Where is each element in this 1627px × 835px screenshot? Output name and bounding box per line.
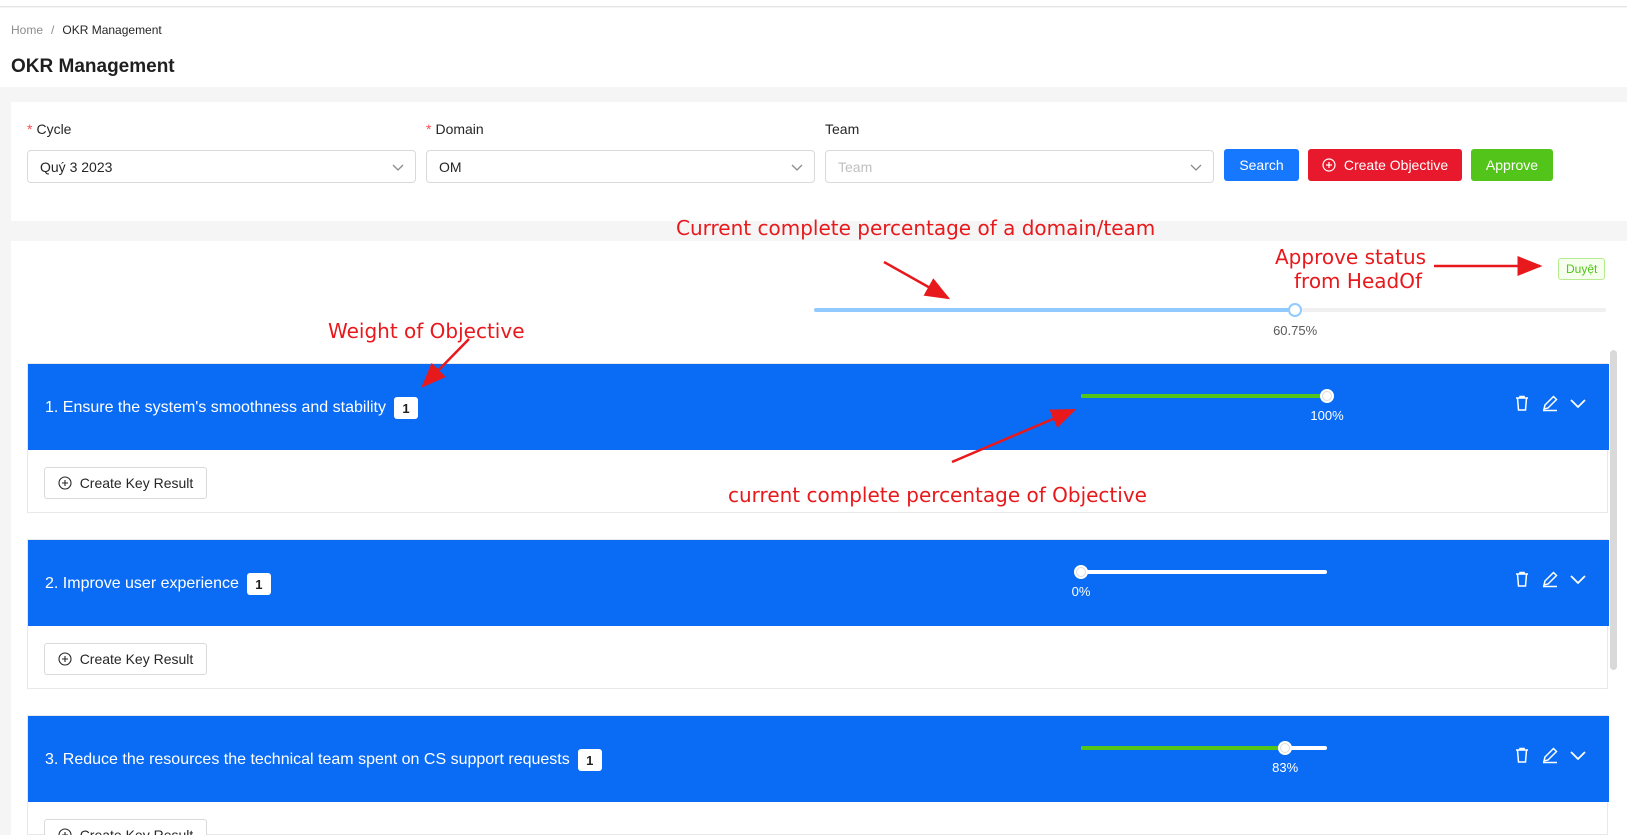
objective-progress-handle[interactable] — [1074, 565, 1088, 579]
breadcrumb-home[interactable]: Home — [11, 23, 43, 37]
create-key-result-label: Create Key Result — [79, 475, 194, 491]
annotation-objective-progress: current complete percentage of Objective — [728, 483, 1147, 507]
objective-title: 2. Improve user experience 1 — [45, 573, 271, 595]
page-title: OKR Management — [11, 56, 175, 77]
cycle-label: * Cycle — [27, 121, 72, 137]
objective-actions — [1513, 746, 1587, 764]
chevron-down-icon — [1190, 164, 1202, 171]
objective-progress-fill — [1081, 746, 1286, 750]
objective-title: 3. Reduce the resources the technical te… — [45, 749, 602, 771]
trash-icon[interactable] — [1513, 570, 1531, 588]
trash-icon[interactable] — [1513, 746, 1531, 764]
chevron-down-icon — [791, 164, 803, 171]
chevron-down-icon[interactable] — [1569, 394, 1587, 412]
pencil-icon[interactable] — [1541, 570, 1559, 588]
page-header: Home / OKR Management OKR Management — [0, 8, 1627, 87]
plus-circle-icon — [58, 476, 72, 490]
trash-icon[interactable] — [1513, 394, 1531, 412]
pencil-icon[interactable] — [1541, 394, 1559, 412]
create-key-result-label: Create Key Result — [79, 651, 194, 667]
breadcrumb: Home / OKR Management — [11, 23, 162, 37]
objective-header[interactable]: 1. Ensure the system's smoothness and st… — [28, 364, 1609, 450]
objective-weight-badge: 1 — [394, 397, 418, 419]
objective-progress-rail — [1081, 570, 1327, 574]
plus-circle-icon — [58, 828, 72, 835]
domain-progress-label: 60.75% — [1273, 323, 1318, 338]
breadcrumb-separator: / — [51, 23, 55, 37]
create-objective-label: Create Objective — [1343, 157, 1449, 173]
objective-block: 2. Improve user experience 1 0% Create K… — [27, 539, 1609, 689]
create-key-result-button[interactable]: Create Key Result — [44, 643, 207, 675]
objective-header[interactable]: 2. Improve user experience 1 0% — [28, 540, 1609, 626]
objective-progress-label: 0% — [1071, 584, 1091, 599]
pencil-icon[interactable] — [1541, 746, 1559, 764]
objective-weight-badge: 1 — [246, 573, 271, 595]
domain-progress-fill — [814, 308, 1296, 312]
cycle-select-value: Quý 3 2023 — [40, 158, 113, 175]
search-button[interactable]: Search — [1224, 149, 1299, 181]
team-select[interactable]: Team — [825, 150, 1214, 183]
objective-weight-badge: 1 — [577, 749, 602, 771]
objective-title: 1. Ensure the system's smoothness and st… — [45, 397, 418, 419]
objective-title-text: 2. Improve user experience — [45, 575, 239, 592]
domain-label: * Domain — [426, 121, 484, 137]
approve-button[interactable]: Approve — [1471, 149, 1553, 181]
objective-actions — [1513, 394, 1587, 412]
top-bar — [0, 0, 1627, 7]
approve-status-badge: Duyệt — [1558, 258, 1606, 280]
annotation-approve-status-1: Approve status — [1275, 245, 1427, 269]
objective-progress-label: 100% — [1310, 408, 1344, 423]
cycle-select[interactable]: Quý 3 2023 — [27, 150, 416, 183]
objective-actions — [1513, 570, 1587, 588]
objective-block: 3. Reduce the resources the technical te… — [27, 715, 1609, 835]
chevron-down-icon[interactable] — [1569, 746, 1587, 764]
objective-progress-handle[interactable] — [1320, 389, 1334, 403]
create-key-result-label: Create Key Result — [79, 827, 194, 835]
objective-progress-label: 83% — [1272, 760, 1299, 775]
create-key-result-button[interactable]: Create Key Result — [44, 467, 207, 499]
chevron-down-icon — [392, 164, 404, 171]
plus-circle-icon — [58, 652, 72, 666]
objective-progress-handle[interactable] — [1278, 741, 1293, 755]
team-select-placeholder: Team — [838, 158, 873, 175]
breadcrumb-current: OKR Management — [62, 23, 162, 37]
team-label: Team — [825, 121, 860, 137]
domain-select-value: OM — [439, 158, 462, 175]
objective-title-text: 3. Reduce the resources the technical te… — [45, 751, 570, 768]
annotation-domain-progress: Current complete percentage of a domain/… — [676, 216, 1156, 240]
plus-circle-icon — [1322, 158, 1336, 172]
annotation-weight: Weight of Objective — [328, 319, 525, 343]
objective-title-text: 1. Ensure the system's smoothness and st… — [45, 399, 386, 416]
create-objective-button[interactable]: Create Objective — [1308, 149, 1462, 181]
domain-select[interactable]: OM — [426, 150, 815, 183]
scrollbar[interactable] — [1610, 350, 1617, 670]
objective-header[interactable]: 3. Reduce the resources the technical te… — [28, 716, 1609, 802]
create-key-result-button[interactable]: Create Key Result — [44, 819, 207, 835]
chevron-down-icon[interactable] — [1569, 570, 1587, 588]
objective-progress-fill — [1081, 394, 1327, 398]
annotation-approve-status-2: from HeadOf — [1294, 269, 1422, 293]
